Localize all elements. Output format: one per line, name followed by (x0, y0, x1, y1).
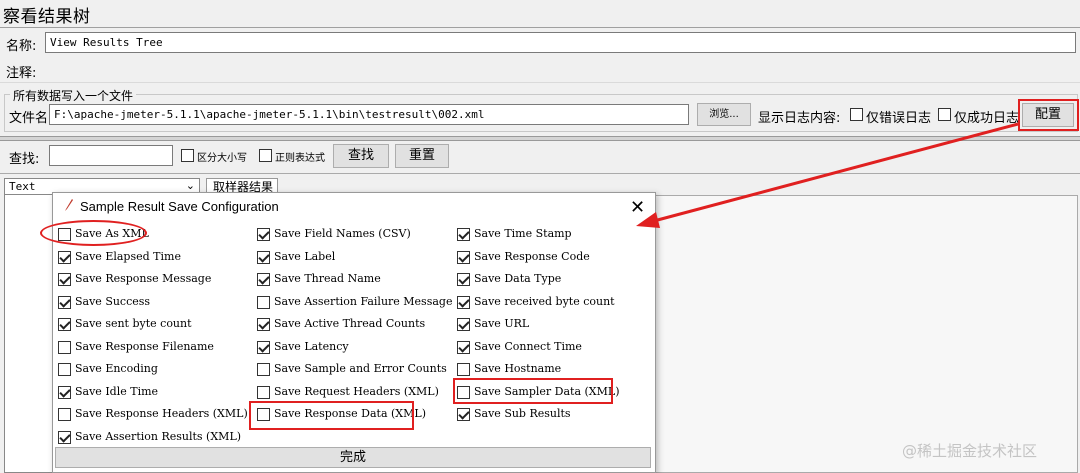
window-title: 察看结果树 (3, 7, 91, 27)
title-separator (0, 27, 1080, 28)
option-checkbox[interactable] (457, 228, 470, 241)
option-checkbox[interactable] (58, 250, 71, 264)
comment-separator (0, 82, 1080, 83)
sampler-data-highlight-box (453, 378, 613, 404)
options-column-3: Save Time Stamp Save Response Code Save Da… (457, 226, 653, 446)
reset-button[interactable]: 重置 (395, 144, 449, 168)
save-as-xml-highlight-ellipse (40, 220, 147, 246)
option-label: Save Thread Name (274, 272, 381, 285)
option-label: Save Sample and Error Counts (274, 362, 447, 375)
option-label: Save Response Code (474, 249, 590, 263)
jmeter-feather-icon (65, 199, 73, 211)
option-label: Save sent byte count (75, 317, 192, 330)
option-label: Save Latency (274, 339, 349, 353)
option-label: Save URL (474, 317, 530, 330)
option-label: Save Assertion Results (XML) (75, 429, 242, 443)
option-label: Save Success (75, 294, 151, 308)
option-label: Save Response Headers (XML) (75, 407, 248, 420)
option-checkbox[interactable] (58, 340, 71, 354)
option-checkbox[interactable] (457, 250, 470, 264)
option-checkbox[interactable] (58, 385, 71, 399)
renderer-value: Text (9, 180, 36, 193)
option-checkbox[interactable] (58, 430, 71, 444)
option-label: Save Time Stamp (474, 227, 572, 240)
file-path-field[interactable]: F:\apache-jmeter-5.1.1\apache-jmeter-5.1… (49, 104, 689, 125)
option-checkbox[interactable] (257, 363, 270, 376)
options-column-1: Save As XML Save Elapsed Time Save Respons… (58, 226, 248, 446)
option-checkbox[interactable] (58, 273, 71, 286)
option-checkbox[interactable] (457, 340, 470, 354)
option-checkbox[interactable] (457, 408, 470, 421)
chevron-down-icon: ⌄ (185, 179, 195, 192)
option-label: Save Data Type (474, 272, 562, 285)
option-checkbox[interactable] (457, 363, 470, 376)
option-label: Save Field Names (CSV) (274, 227, 411, 240)
option-label: Save Connect Time (474, 339, 582, 353)
response-data-highlight-box (249, 401, 414, 430)
name-label: 名称: (6, 39, 37, 54)
option-label: Save Response Message (75, 272, 212, 285)
option-label: Save Sub Results (474, 407, 571, 420)
option-checkbox[interactable] (58, 408, 71, 421)
option-checkbox[interactable] (257, 318, 270, 331)
option-label: Save Hostname (474, 362, 562, 375)
name-field-value: View Results Tree (50, 36, 163, 49)
option-checkbox[interactable] (257, 385, 270, 399)
option-checkbox[interactable] (257, 228, 270, 241)
file-path-value: F:\apache-jmeter-5.1.1\apache-jmeter-5.1… (54, 108, 485, 121)
option-label: Save Encoding (75, 362, 158, 375)
case-sensitive-checkbox[interactable] (181, 149, 194, 162)
option-label: Save Elapsed Time (75, 249, 181, 263)
option-checkbox[interactable] (257, 250, 270, 264)
watermark-text: @稀土掘金技术社区 (902, 442, 1038, 460)
dialog-title: Sample Result Save Configuration (80, 199, 279, 214)
option-checkbox[interactable] (457, 295, 470, 309)
search-label: 查找: (9, 152, 40, 167)
name-field[interactable]: View Results Tree (45, 32, 1076, 53)
comment-label: 注释: (6, 66, 37, 81)
annotation-arrow (636, 122, 1019, 228)
file-group-title: 所有数据写入一个文件 (10, 87, 137, 104)
option-checkbox[interactable] (457, 318, 470, 331)
regex-label: 正则表达式 (275, 153, 325, 164)
case-sensitive-label: 区分大小写 (197, 153, 247, 164)
option-label: Save received byte count (474, 294, 615, 308)
option-checkbox[interactable] (457, 273, 470, 286)
option-checkbox[interactable] (58, 363, 71, 376)
option-label: Save Response Filename (75, 339, 214, 353)
option-label: Save Active Thread Counts (274, 317, 426, 330)
regex-checkbox[interactable] (259, 149, 272, 162)
file-label: 文件名 (9, 111, 49, 126)
option-checkbox[interactable] (257, 273, 270, 286)
option-label: Save Label (274, 249, 336, 263)
find-button[interactable]: 查找 (333, 144, 389, 168)
option-label: Save Assertion Failure Message (274, 294, 453, 308)
option-label: Save Request Headers (XML) (274, 384, 439, 398)
option-checkbox[interactable] (257, 295, 270, 309)
option-checkbox[interactable] (257, 340, 270, 354)
search-input[interactable] (49, 145, 173, 166)
option-checkbox[interactable] (58, 318, 71, 331)
done-button[interactable]: 完成 (55, 447, 651, 468)
option-checkbox[interactable] (58, 295, 71, 309)
option-label: Save Idle Time (75, 384, 159, 398)
